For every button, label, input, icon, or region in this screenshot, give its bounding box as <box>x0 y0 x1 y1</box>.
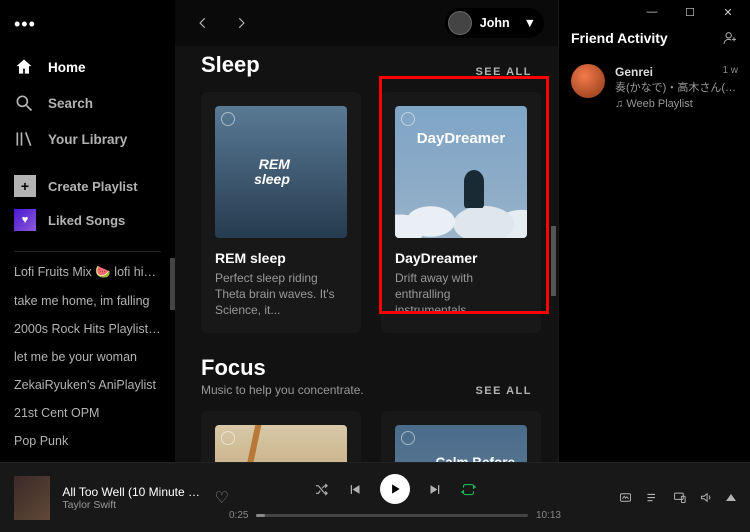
user-menu[interactable]: John ▼ <box>445 8 544 38</box>
chevron-right-icon <box>234 16 248 30</box>
list-item[interactable]: take me home, im falling <box>0 287 175 315</box>
divider <box>14 251 161 252</box>
section-title[interactable]: Sleep <box>201 52 260 78</box>
add-friend-icon[interactable] <box>722 30 738 46</box>
repeat-button[interactable] <box>461 482 476 497</box>
friend-name: Genrei <box>615 64 653 81</box>
now-playing-title[interactable]: All Too Well (10 Minute Version) <box>62 485 202 499</box>
player-bar: All Too Well (10 Minute Version) Taylor … <box>0 462 750 532</box>
shuffle-button[interactable] <box>314 482 329 497</box>
list-item[interactable]: 2000s Rock Hits Playlist - 0... <box>0 315 175 343</box>
list-item[interactable]: let me be your woman <box>0 343 175 371</box>
panel-title: Friend Activity <box>571 30 668 46</box>
minimize-button[interactable]: ― <box>636 2 668 22</box>
forward-button[interactable] <box>227 9 255 37</box>
user-name: John <box>480 16 510 30</box>
action-label: Liked Songs <box>48 213 125 228</box>
create-playlist[interactable]: + Create Playlist <box>0 169 175 203</box>
activity-context: ♫ Weeb Playlist <box>615 97 738 113</box>
nav-label: Your Library <box>48 132 127 147</box>
nav-library[interactable]: Your Library <box>0 121 175 157</box>
avatar <box>571 64 605 98</box>
total-time: 10:13 <box>536 510 561 521</box>
like-button[interactable]: ♡ <box>215 488 229 508</box>
see-all-link[interactable]: SEE ALL <box>475 385 532 397</box>
home-icon <box>14 57 34 77</box>
list-item[interactable]: ZekaiRyuken's AniPlaylist <box>0 371 175 399</box>
next-button[interactable] <box>428 482 443 497</box>
nav-label: Search <box>48 96 93 111</box>
see-all-link[interactable]: SEE ALL <box>475 66 532 78</box>
now-playing-cover[interactable] <box>14 476 50 520</box>
devices-button[interactable] <box>672 490 687 505</box>
playlist-list: Lofi Fruits Mix 🍉 lofi hip ho... take me… <box>0 258 175 480</box>
nav-label: Home <box>48 60 86 75</box>
previous-button[interactable] <box>347 482 362 497</box>
maximize-button[interactable]: ☐ <box>674 2 706 22</box>
plus-icon: + <box>14 175 36 197</box>
library-icon <box>14 129 34 149</box>
card-title: DayDreamer <box>395 250 527 266</box>
now-playing-artist[interactable]: Taylor Swift <box>62 499 202 511</box>
activity-item[interactable]: Genrei 1 w 奏(かなで)・高木さん(CV:高橋李依) ♫ Weeb P… <box>559 58 750 119</box>
lyrics-button[interactable] <box>618 490 633 505</box>
list-item[interactable]: Lofi Fruits Mix 🍉 lofi hip ho... <box>0 258 175 287</box>
play-button[interactable] <box>380 474 410 504</box>
main-content: John ▼ Sleep SEE ALL REMsleep REM sleep … <box>175 0 558 480</box>
nav-search[interactable]: Search <box>0 85 175 121</box>
playlist-card-rem-sleep[interactable]: REMsleep REM sleep Perfect sleep riding … <box>201 92 361 333</box>
chevron-left-icon <box>196 16 210 30</box>
friend-activity-panel: ― ☐ ✕ Friend Activity Genrei 1 w 奏(かなで)・… <box>558 0 750 480</box>
card-desc: Drift away with enthralling instrumental… <box>395 270 527 319</box>
activity-time: 1 w <box>722 64 738 79</box>
cover-art: DayDreamer <box>395 106 527 238</box>
liked-songs[interactable]: ♥ Liked Songs <box>0 203 175 237</box>
card-title: REM sleep <box>215 250 347 266</box>
heart-icon: ♥ <box>14 209 36 231</box>
volume-button[interactable] <box>699 490 714 505</box>
sidebar: ••• Home Search Your Library + Create Pl… <box>0 0 175 480</box>
list-item[interactable]: Pop Punk <box>0 427 175 455</box>
card-desc: Perfect sleep riding Theta brain waves. … <box>215 270 347 319</box>
close-button[interactable]: ✕ <box>712 2 744 22</box>
section-title[interactable]: Focus <box>201 355 364 381</box>
topbar: John ▼ <box>175 0 558 46</box>
progress-bar[interactable] <box>256 514 528 517</box>
nav-home[interactable]: Home <box>0 49 175 85</box>
chevron-down-icon: ▼ <box>524 16 536 30</box>
list-item[interactable]: 21st Cent OPM <box>0 399 175 427</box>
back-button[interactable] <box>189 9 217 37</box>
expand-button[interactable] <box>726 494 736 501</box>
search-icon <box>14 93 34 113</box>
playlist-card-daydreamer[interactable]: DayDreamer DayDreamer Drift away with en… <box>381 92 541 333</box>
activity-track: 奏(かなで)・高木さん(CV:高橋李依) <box>615 81 738 97</box>
avatar <box>448 11 472 35</box>
queue-button[interactable] <box>645 490 660 505</box>
action-label: Create Playlist <box>48 179 138 194</box>
scrollbar[interactable] <box>551 226 556 296</box>
elapsed-time: 0:25 <box>229 510 248 521</box>
cover-art: REMsleep <box>215 106 347 238</box>
menu-dots[interactable]: ••• <box>0 8 175 41</box>
section-subtitle: Music to help you concentrate. <box>201 383 364 397</box>
